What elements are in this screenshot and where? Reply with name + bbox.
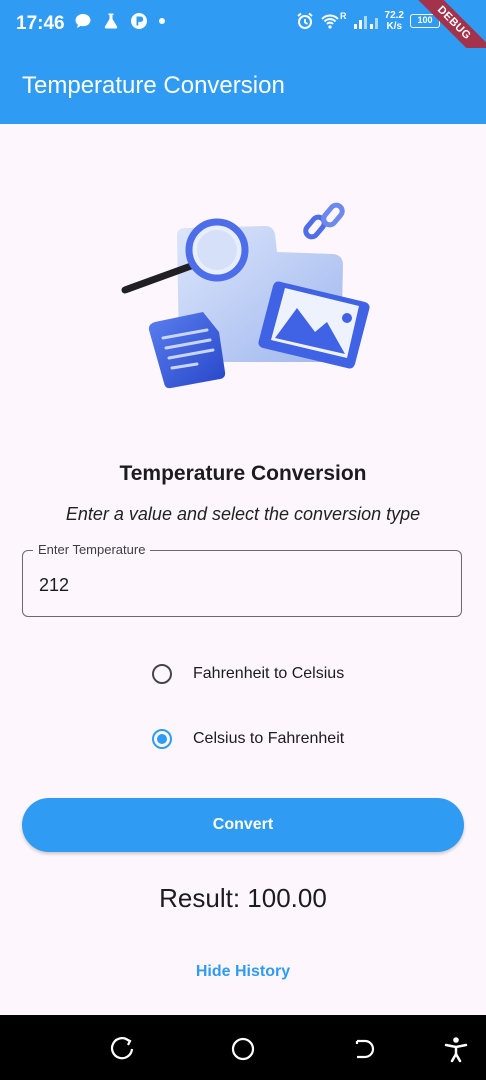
app-bar: Temperature Conversion bbox=[0, 48, 486, 124]
signal-icon bbox=[353, 16, 378, 29]
recents-icon[interactable] bbox=[109, 1035, 137, 1063]
status-bar: 17:46 R 72.2 K/s 100 DEBUG bbox=[0, 0, 486, 72]
page-subheading: Enter a value and select the conversion … bbox=[65, 504, 421, 524]
temperature-input-value[interactable]: 212 bbox=[39, 575, 69, 596]
hide-history-button[interactable]: Hide History bbox=[0, 963, 486, 981]
option-fahrenheit-to-celsius[interactable]: Fahrenheit to Celsius bbox=[152, 660, 344, 688]
net-speed: 72.2 K/s bbox=[385, 10, 404, 32]
signal-label: R bbox=[340, 10, 347, 21]
net-speed-unit: K/s bbox=[386, 21, 403, 32]
result-text: Result: 100.00 bbox=[159, 883, 327, 913]
dot-icon bbox=[159, 18, 165, 24]
link-icon bbox=[303, 202, 345, 240]
message-icon bbox=[75, 14, 91, 28]
net-speed-value: 72.2 bbox=[384, 10, 404, 21]
notification-icons bbox=[74, 12, 166, 30]
temperature-input-label: Enter Temperature bbox=[33, 542, 151, 557]
system-icons: R 72.2 K/s 100 bbox=[296, 10, 440, 32]
radio-unselected-icon[interactable] bbox=[152, 664, 172, 684]
temperature-input[interactable]: Enter Temperature 212 bbox=[22, 542, 462, 617]
home-icon[interactable] bbox=[229, 1035, 257, 1063]
alarm-icon bbox=[297, 12, 313, 29]
status-time: 17:46 bbox=[16, 13, 65, 34]
convert-button[interactable]: Convert bbox=[22, 798, 464, 852]
app-icon bbox=[131, 13, 147, 29]
option-label[interactable]: Fahrenheit to Celsius bbox=[193, 665, 344, 683]
wifi-icon bbox=[321, 14, 339, 29]
radio-selected-icon[interactable] bbox=[152, 729, 172, 749]
accessibility-icon[interactable] bbox=[442, 1035, 470, 1063]
battery-level: 100 bbox=[417, 15, 433, 25]
back-icon[interactable] bbox=[349, 1035, 377, 1063]
app-bar-title: Temperature Conversion bbox=[22, 72, 285, 99]
option-celsius-to-fahrenheit[interactable]: Celsius to Fahrenheit bbox=[152, 725, 344, 753]
flask-icon bbox=[104, 13, 118, 29]
page-heading: Temperature Conversion bbox=[119, 462, 367, 485]
folder-illustration bbox=[121, 202, 370, 389]
system-nav-bar bbox=[0, 1015, 486, 1080]
option-label[interactable]: Celsius to Fahrenheit bbox=[193, 730, 344, 748]
